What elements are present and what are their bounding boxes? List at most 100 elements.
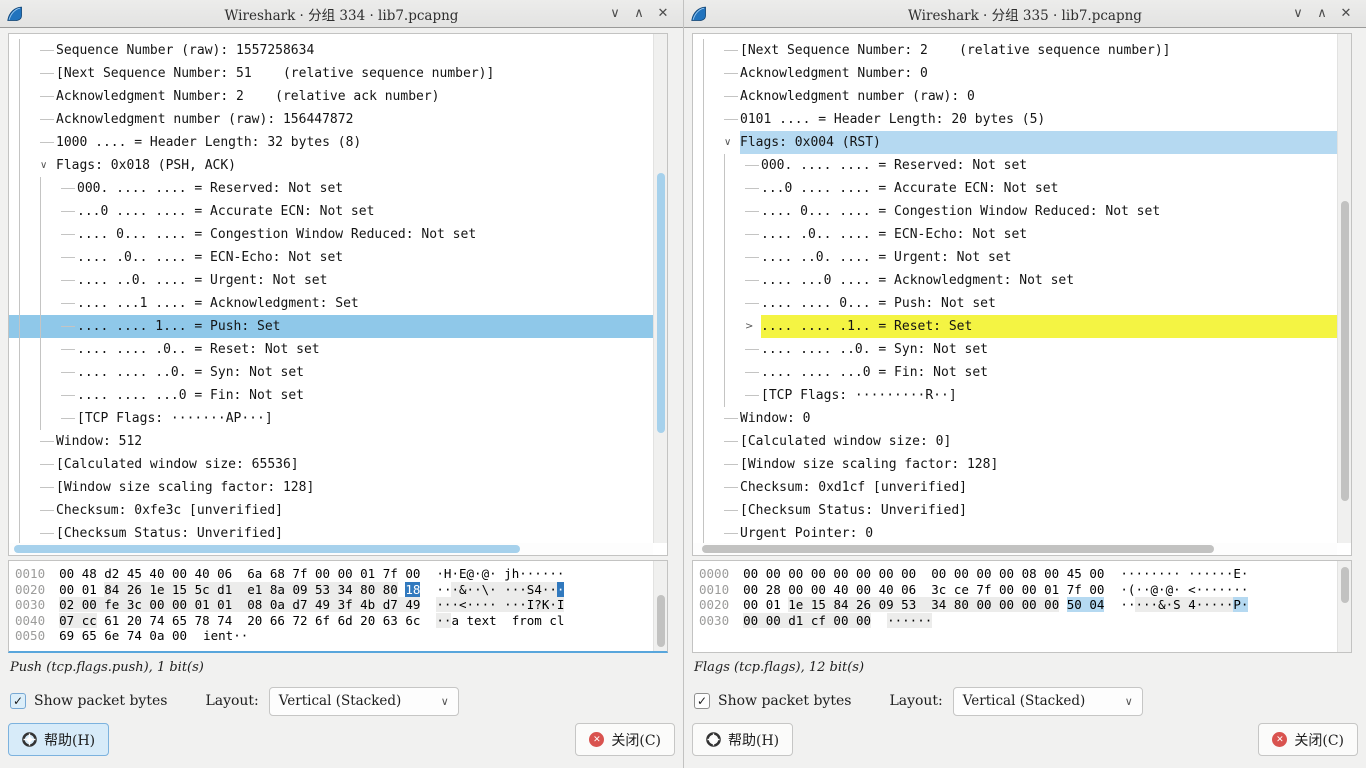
- tree-row[interactable]: Acknowledgment number (raw): 156447872: [9, 108, 653, 131]
- tree-row[interactable]: Window: 0: [693, 407, 1337, 430]
- hex-ascii: ········ ······E·: [1120, 566, 1248, 581]
- tree-row[interactable]: Urgent Pointer: 0: [693, 522, 1337, 543]
- tree-row[interactable]: Acknowledgment Number: 2 (relative ack n…: [9, 85, 653, 108]
- hex-row[interactable]: 005069 65 6e 74 0a 00ient··: [15, 628, 653, 644]
- hex-row[interactable]: 003002 00 fe 3c 00 00 01 01 08 0a d7 49 …: [15, 597, 653, 613]
- tree-row[interactable]: Checksum: 0xd1cf [unverified]: [693, 476, 1337, 499]
- tree-connector: [61, 372, 75, 373]
- tree-row[interactable]: [Next Sequence Number: 2 (relative seque…: [693, 39, 1337, 62]
- check-icon: ✓: [13, 694, 23, 708]
- tree-row[interactable]: 1000 .... = Header Length: 32 bytes (8): [9, 131, 653, 154]
- tree-row[interactable]: .... ..0. .... = Urgent: Not set: [9, 269, 653, 292]
- tree-row[interactable]: .... .... .0.. = Reset: Not set: [9, 338, 653, 361]
- tree-row[interactable]: >.... .... .1.. = Reset: Set: [693, 315, 1337, 338]
- hex-row[interactable]: 001000 48 d2 45 40 00 40 06 6a 68 7f 00 …: [15, 566, 653, 582]
- tree-row[interactable]: Checksum: 0xfe3c [unverified]: [9, 499, 653, 522]
- tree-connector: [40, 510, 54, 511]
- show-packet-bytes-checkbox[interactable]: ✓: [10, 693, 26, 709]
- hex-vscrollbar[interactable]: [1337, 561, 1351, 652]
- titlebar[interactable]: Wireshark · 分组 335 · lib7.pcapng ∨ ∧ ✕: [684, 0, 1366, 28]
- hex-offset: 0010: [699, 582, 729, 597]
- layout-select[interactable]: Vertical (Stacked) ∨: [953, 687, 1143, 716]
- tree-row[interactable]: [Next Sequence Number: 51 (relative sequ…: [9, 62, 653, 85]
- tree-row[interactable]: .... 0... .... = Congestion Window Reduc…: [9, 223, 653, 246]
- tree-row-label: 0101 .... = Header Length: 20 bytes (5): [740, 108, 1337, 131]
- tree-vscrollbar[interactable]: [653, 34, 667, 543]
- tree-row[interactable]: [Window size scaling factor: 128]: [9, 476, 653, 499]
- tree-row[interactable]: ∨Flags: 0x004 (RST): [693, 131, 1337, 154]
- hex-bytes: 69 65 6e 74 0a 00: [59, 628, 187, 643]
- tree-hscrollbar-thumb[interactable]: [702, 545, 1214, 553]
- tree-row[interactable]: .... .... ..0. = Syn: Not set: [9, 361, 653, 384]
- tree-vscrollbar-thumb[interactable]: [657, 173, 665, 433]
- tree-row[interactable]: ∨Flags: 0x018 (PSH, ACK): [9, 154, 653, 177]
- tree-row[interactable]: .... ..0. .... = Urgent: Not set: [693, 246, 1337, 269]
- tree-row[interactable]: 000. .... .... = Reserved: Not set: [693, 154, 1337, 177]
- tree-row[interactable]: Acknowledgment Number: 0: [693, 62, 1337, 85]
- tree-row[interactable]: .... .... 0... = Push: Not set: [693, 292, 1337, 315]
- tree-row[interactable]: Window: 512: [9, 430, 653, 453]
- tree-guide-line: [703, 476, 724, 499]
- expander-open-icon[interactable]: ∨: [724, 137, 738, 148]
- tree-row[interactable]: .... .... ...0 = Fin: Not set: [9, 384, 653, 407]
- tree-row[interactable]: [TCP Flags: ·······AP···]: [9, 407, 653, 430]
- tree-row[interactable]: [Checksum Status: Unverified]: [693, 499, 1337, 522]
- hex-row[interactable]: 002000 01 1e 15 84 26 09 53 34 80 00 00 …: [699, 597, 1337, 613]
- tree-hscrollbar[interactable]: [9, 543, 653, 555]
- wireshark-packet-dialog-335: Wireshark · 分组 335 · lib7.pcapng ∨ ∧ ✕ […: [683, 0, 1366, 768]
- hex-row[interactable]: 000000 00 00 00 00 00 00 00 00 00 00 00 …: [699, 566, 1337, 582]
- show-packet-bytes-checkbox[interactable]: ✓: [694, 693, 710, 709]
- tree-row-label: .... .... 0... = Push: Not set: [761, 292, 1337, 315]
- hex-vscrollbar-thumb[interactable]: [1341, 567, 1349, 603]
- tree-row[interactable]: [Window size scaling factor: 128]: [693, 453, 1337, 476]
- tree-row[interactable]: [TCP Flags: ·········R··]: [693, 384, 1337, 407]
- tree-row[interactable]: .... 0... .... = Congestion Window Reduc…: [693, 200, 1337, 223]
- tree-connector: [61, 349, 75, 350]
- tree-row[interactable]: .... .0.. .... = ECN-Echo: Not set: [9, 246, 653, 269]
- hex-row[interactable]: 003000 00 d1 cf 00 00······: [699, 613, 1337, 629]
- tree-guide-line: [40, 361, 61, 384]
- tree-guide-line: [19, 223, 40, 246]
- tree-row[interactable]: [Checksum Status: Unverified]: [9, 522, 653, 543]
- tree-row[interactable]: ...0 .... .... = Accurate ECN: Not set: [9, 200, 653, 223]
- expander-open-icon[interactable]: ∨: [40, 160, 54, 171]
- tree-row[interactable]: 0101 .... = Header Length: 20 bytes (5): [693, 108, 1337, 131]
- tree-row[interactable]: .... .... ..0. = Syn: Not set: [693, 338, 1337, 361]
- tree-row[interactable]: .... .... ...0 = Fin: Not set: [693, 361, 1337, 384]
- help-button[interactable]: 帮助(H): [692, 723, 793, 756]
- tree-row[interactable]: [Calculated window size: 0]: [693, 430, 1337, 453]
- tree-row[interactable]: Sequence Number (raw): 1557258634: [9, 39, 653, 62]
- tree-row[interactable]: ...0 .... .... = Accurate ECN: Not set: [693, 177, 1337, 200]
- tree-row[interactable]: 000. .... .... = Reserved: Not set: [9, 177, 653, 200]
- tree-row[interactable]: .... .... 1... = Push: Set: [9, 315, 653, 338]
- tree-row[interactable]: Acknowledgment number (raw): 0: [693, 85, 1337, 108]
- hex-row[interactable]: 001000 28 00 00 40 00 40 06 3c ce 7f 00 …: [699, 582, 1337, 598]
- tree-row[interactable]: .... .0.. .... = ECN-Echo: Not set: [693, 223, 1337, 246]
- expander-closed-icon[interactable]: >: [745, 321, 759, 332]
- close-x-icon: ✕: [589, 732, 604, 747]
- tree-guide-line: [19, 62, 40, 85]
- button-row: 帮助(H) ✕ 关闭(C): [8, 723, 675, 756]
- layout-select[interactable]: Vertical (Stacked) ∨: [269, 687, 459, 716]
- hex-row[interactable]: 002000 01 84 26 1e 15 5c d1 e1 8a 09 53 …: [15, 582, 653, 598]
- tree-row[interactable]: .... ...0 .... = Acknowledgment: Not set: [693, 269, 1337, 292]
- titlebar[interactable]: Wireshark · 分组 334 · lib7.pcapng ∨ ∧ ✕: [0, 0, 683, 28]
- help-button[interactable]: 帮助(H): [8, 723, 109, 756]
- tree-row[interactable]: .... ...1 .... = Acknowledgment: Set: [9, 292, 653, 315]
- tree-row[interactable]: [Calculated window size: 65536]: [9, 453, 653, 476]
- tree-guide-line: [703, 85, 724, 108]
- tree-vscrollbar[interactable]: [1337, 34, 1351, 543]
- tree-hscrollbar[interactable]: [693, 543, 1337, 555]
- tree-row-label: .... .0.. .... = ECN-Echo: Not set: [761, 223, 1337, 246]
- close-button[interactable]: ✕ 关闭(C): [575, 723, 675, 756]
- hex-bytes: 00 48 d2 45 40 00 40 06 6a 68 7f 00 00 0…: [59, 566, 420, 581]
- window-title: Wireshark · 分组 335 · lib7.pcapng: [684, 4, 1366, 24]
- close-button[interactable]: ✕ 关闭(C): [1258, 723, 1358, 756]
- hex-vscrollbar-thumb[interactable]: [657, 595, 665, 647]
- hex-row[interactable]: 004007 cc 61 20 74 65 78 74 20 66 72 6f …: [15, 613, 653, 629]
- tree-hscrollbar-thumb[interactable]: [14, 545, 520, 553]
- tree-vscrollbar-thumb[interactable]: [1341, 201, 1349, 501]
- hex-vscrollbar[interactable]: [653, 561, 667, 651]
- hex-bytes: 07 cc 61 20 74 65 78 74 20 66 72 6f 6d 2…: [59, 613, 420, 628]
- tree-guide-line: [703, 338, 724, 361]
